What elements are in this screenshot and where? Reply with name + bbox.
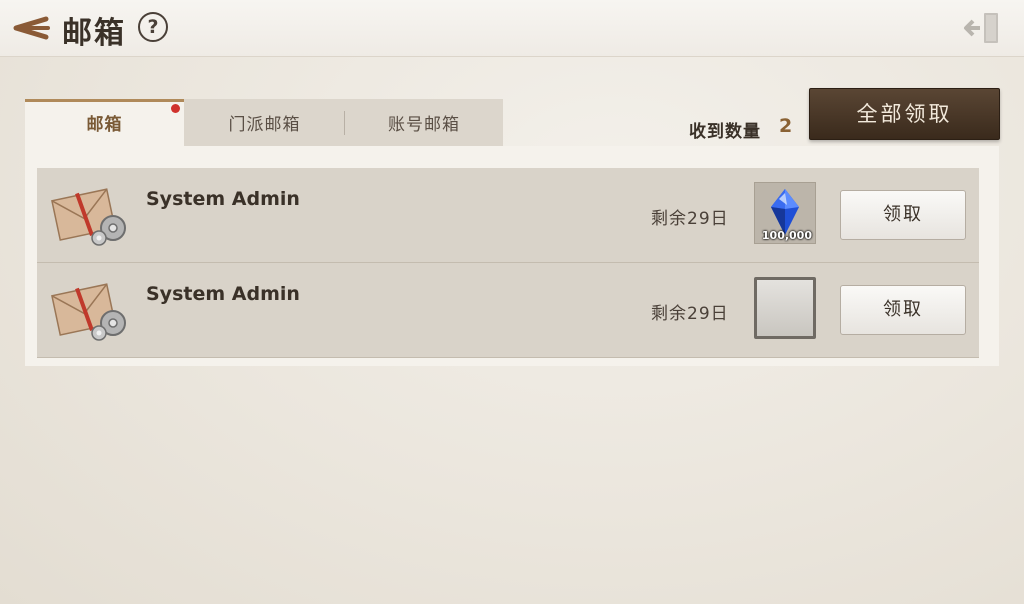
- empty-item-slot[interactable]: [754, 277, 816, 339]
- back-arrow-icon[interactable]: [8, 10, 52, 46]
- mail-remaining-days: 剩余29日: [651, 304, 729, 324]
- top-bar: 邮箱 ?: [0, 0, 1024, 57]
- mail-envelope-icon: [51, 188, 126, 246]
- received-count-value: 2: [779, 115, 793, 137]
- item-quantity: 100,000: [761, 229, 812, 242]
- claim-button[interactable]: 领取: [840, 285, 966, 335]
- claim-button[interactable]: 领取: [840, 190, 966, 240]
- mail-row[interactable]: System Admin 剩余29日 100,000 领取: [37, 168, 979, 263]
- exit-door-icon[interactable]: [962, 10, 1002, 46]
- help-icon[interactable]: ?: [138, 12, 168, 42]
- page-title: 邮箱: [62, 16, 126, 51]
- received-count-label: 收到数量: [689, 122, 761, 142]
- mail-sender: System Admin: [146, 283, 300, 305]
- mail-remaining-days: 剩余29日: [651, 209, 729, 229]
- claim-all-button[interactable]: 全部领取: [809, 88, 1000, 140]
- notification-dot: [171, 104, 180, 113]
- tab-sect-mailbox[interactable]: 门派邮箱: [185, 99, 344, 146]
- mail-sender: System Admin: [146, 188, 300, 210]
- mailbox-tabs: 邮箱 门派邮箱 账号邮箱: [25, 99, 503, 146]
- reward-item-slot[interactable]: 100,000: [754, 182, 816, 244]
- tab-mailbox[interactable]: 邮箱: [25, 99, 184, 146]
- mail-row[interactable]: System Admin 剩余29日 领取: [37, 263, 979, 358]
- mail-envelope-icon: [51, 283, 126, 341]
- tab-account-mailbox[interactable]: 账号邮箱: [345, 99, 503, 146]
